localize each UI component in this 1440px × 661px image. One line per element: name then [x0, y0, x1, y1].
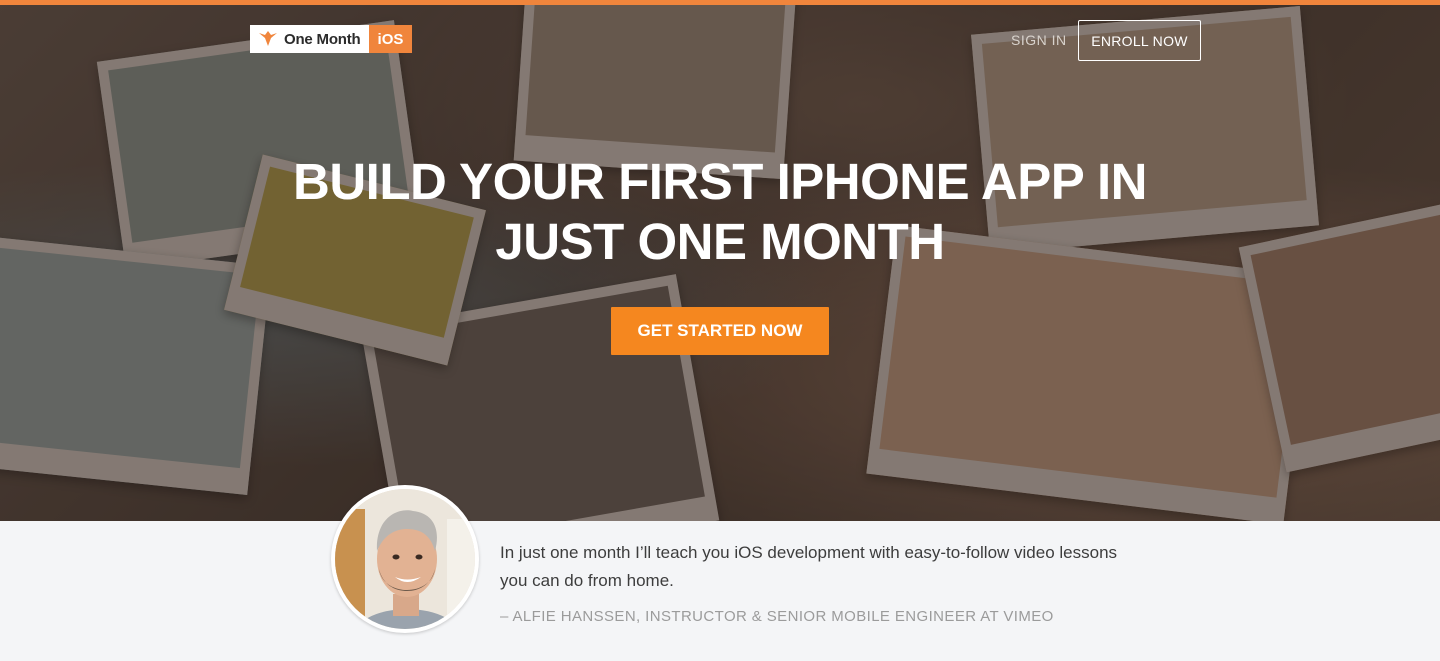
logo-wordmark: One Month	[250, 25, 369, 53]
logo-text: One Month	[284, 30, 361, 48]
testimonial-quote: In just one month I’ll teach you iOS dev…	[500, 543, 1118, 590]
site-logo[interactable]: One Month iOS	[250, 25, 413, 53]
hero-headline: BUILD YOUR FIRST IPHONE APP IN JUST ONE …	[0, 152, 1440, 272]
get-started-button[interactable]: GET STARTED NOW	[611, 307, 829, 355]
testimonial-attribution: – ALFIE HANSSEN, INSTRUCTOR & SENIOR MOB…	[500, 608, 1054, 625]
enroll-now-button[interactable]: ENROLL NOW	[1078, 20, 1201, 61]
top-navigation: One Month iOS SIGN IN ENROLL NOW	[250, 20, 1202, 62]
top-accent-strip	[0, 0, 1440, 5]
bird-logo-icon	[258, 30, 278, 48]
instructor-photo	[335, 489, 475, 629]
logo-badge: iOS	[368, 25, 413, 53]
headline-line-2: JUST ONE MONTH	[495, 213, 945, 270]
sign-in-link[interactable]: SIGN IN	[1011, 32, 1067, 48]
instructor-avatar	[331, 485, 479, 633]
headline-line-1: BUILD YOUR FIRST IPHONE APP IN	[293, 153, 1148, 210]
